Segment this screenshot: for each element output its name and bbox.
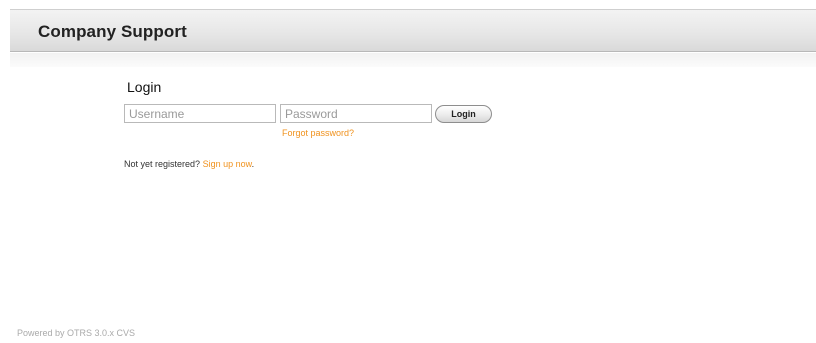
password-input[interactable] — [280, 104, 432, 123]
forgot-password-link[interactable]: Forgot password? — [282, 128, 354, 138]
username-input[interactable] — [124, 104, 276, 123]
powered-by-footer: Powered by OTRS 3.0.x CVS — [17, 328, 136, 338]
register-prompt: Not yet registered? Sign up now. — [124, 159, 254, 169]
header-shadow-bar — [10, 53, 816, 67]
login-button[interactable]: Login — [435, 105, 492, 123]
login-page: Company Support Login Login Forgot passw… — [0, 0, 816, 343]
register-prompt-period: . — [251, 159, 255, 169]
login-heading: Login — [127, 79, 162, 95]
company-title: Company Support — [38, 22, 187, 41]
signup-link[interactable]: Sign up now — [203, 159, 252, 169]
register-prompt-text: Not yet registered? — [124, 159, 201, 169]
page-header: Company Support — [10, 9, 816, 52]
